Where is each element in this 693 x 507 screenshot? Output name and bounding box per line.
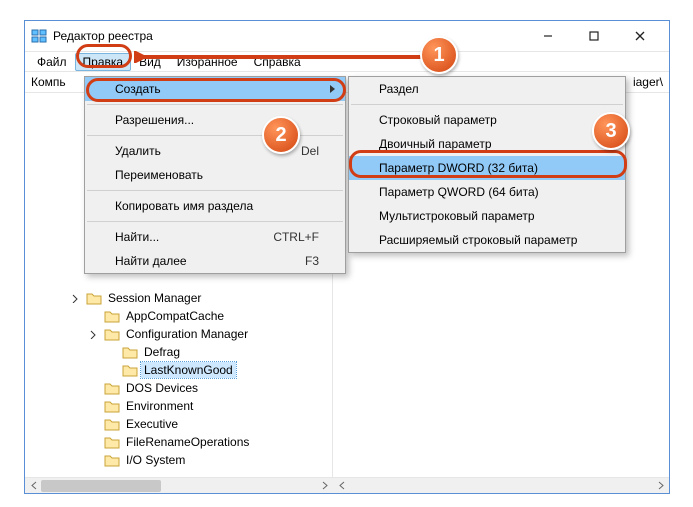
titlebar: Редактор реестра	[25, 21, 669, 51]
menu-label: Удалить	[115, 144, 161, 158]
menu-separator	[87, 190, 343, 191]
tree-node-environment[interactable]: Environment	[35, 397, 332, 415]
submenu-qword[interactable]: Параметр QWORD (64 бита)	[349, 180, 625, 204]
menu-favorites[interactable]: Избранное	[169, 53, 246, 71]
folder-icon	[104, 309, 120, 323]
menu-permissions[interactable]: Разрешения...	[85, 108, 345, 132]
menu-label: Параметр DWORD (32 бита)	[379, 161, 538, 175]
menu-separator	[87, 221, 343, 222]
menu-separator	[87, 135, 343, 136]
folder-icon	[104, 327, 120, 341]
tree-node-executive[interactable]: Executive	[35, 415, 332, 433]
submenu-string[interactable]: Строковый параметр	[349, 108, 625, 132]
menu-label: Параметр QWORD (64 бита)	[379, 185, 539, 199]
menu-shortcut: F3	[305, 254, 319, 268]
expand-icon[interactable]	[69, 291, 83, 305]
scroll-right-icon[interactable]	[317, 478, 333, 493]
regedit-icon	[31, 28, 47, 44]
menu-separator	[87, 104, 343, 105]
menu-help[interactable]: Справка	[246, 53, 309, 71]
submenu-key[interactable]: Раздел	[349, 77, 625, 101]
folder-icon	[104, 435, 120, 449]
menu-find[interactable]: Найти... CTRL+F	[85, 225, 345, 249]
menu-label: Разрешения...	[115, 113, 194, 127]
scroll-left-icon[interactable]	[25, 478, 41, 493]
submenu-multistr[interactable]: Мультистроковый параметр	[349, 204, 625, 228]
scrollbar-left[interactable]	[25, 477, 333, 493]
minimize-button[interactable]	[525, 21, 571, 51]
scrollbar-right[interactable]	[333, 477, 669, 493]
scroll-right-icon[interactable]	[653, 478, 669, 493]
tree-node-appcompat[interactable]: AppCompatCache	[35, 307, 332, 325]
folder-icon	[86, 291, 102, 305]
menu-rename[interactable]: Переименовать	[85, 163, 345, 187]
menu-label: Копировать имя раздела	[115, 199, 253, 213]
menu-label: Двоичный параметр	[379, 137, 492, 151]
tree-node-lastknowngood[interactable]: LastKnownGood	[35, 361, 332, 379]
annotation-badge-2: 2	[262, 116, 300, 154]
menu-file[interactable]: Файл	[29, 53, 75, 71]
folder-icon	[104, 417, 120, 431]
annotation-badge-1: 1	[420, 36, 458, 74]
address-right: iager\	[633, 75, 663, 89]
menu-label: Найти далее	[115, 254, 187, 268]
menu-label: Строковый параметр	[379, 113, 497, 127]
tree-label: Executive	[123, 416, 181, 432]
tree-label: I/O System	[123, 452, 188, 468]
tree-label: Session Manager	[105, 290, 204, 306]
menu-view[interactable]: Вид	[131, 53, 169, 71]
menu-label: Мультистроковый параметр	[379, 209, 535, 223]
menu-copyname[interactable]: Копировать имя раздела	[85, 194, 345, 218]
expand-icon[interactable]	[87, 327, 101, 341]
scroll-thumb[interactable]	[41, 480, 161, 492]
tree-label: Defrag	[141, 344, 183, 360]
folder-icon	[104, 453, 120, 467]
tree-node-config-manager[interactable]: Configuration Manager	[35, 325, 332, 343]
menu-label: Расширяемый строковый параметр	[379, 233, 577, 247]
menu-shortcut: Del	[301, 144, 319, 158]
folder-icon	[104, 381, 120, 395]
menu-edit[interactable]: Правка	[75, 53, 132, 71]
submenu-binary[interactable]: Двоичный параметр	[349, 132, 625, 156]
folder-icon	[122, 363, 138, 377]
menu-shortcut: CTRL+F	[273, 230, 319, 244]
menu-label: Создать	[115, 82, 161, 96]
menu-delete[interactable]: Удалить Del	[85, 139, 345, 163]
menu-separator	[351, 104, 623, 105]
menu-label: Найти...	[115, 230, 159, 244]
annotation-badge-3: 3	[592, 112, 630, 150]
tree-node-filerename[interactable]: FileRenameOperations	[35, 433, 332, 451]
menu-label: Переименовать	[115, 168, 203, 182]
folder-icon	[122, 345, 138, 359]
close-button[interactable]	[617, 21, 663, 51]
menubar: Файл Правка Вид Избранное Справка	[25, 51, 669, 71]
tree-label: FileRenameOperations	[123, 434, 252, 450]
tree-label-selected: LastKnownGood	[141, 362, 236, 378]
tree-node-session-manager[interactable]: Session Manager	[35, 289, 332, 307]
tree-node-io-system[interactable]: I/O System	[35, 451, 332, 469]
maximize-button[interactable]	[571, 21, 617, 51]
tree-label: AppCompatCache	[123, 308, 227, 324]
menu-findnext[interactable]: Найти далее F3	[85, 249, 345, 273]
submenu-expandstr[interactable]: Расширяемый строковый параметр	[349, 228, 625, 252]
tree-node-dos-devices[interactable]: DOS Devices	[35, 379, 332, 397]
tree-label: Configuration Manager	[123, 326, 251, 342]
address-left: Компь	[31, 75, 66, 89]
menu-create[interactable]: Создать	[85, 77, 345, 101]
tree-label: DOS Devices	[123, 380, 201, 396]
window-title: Редактор реестра	[53, 29, 525, 43]
folder-icon	[104, 399, 120, 413]
create-submenu: Раздел Строковый параметр Двоичный парам…	[348, 76, 626, 253]
submenu-dword[interactable]: Параметр DWORD (32 бита)	[349, 156, 625, 180]
scroll-left-icon[interactable]	[333, 478, 349, 493]
tree-node-defrag[interactable]: Defrag	[35, 343, 332, 361]
tree-label: Environment	[123, 398, 196, 414]
edit-menu-dropdown: Создать Разрешения... Удалить Del Переиме…	[84, 76, 346, 274]
menu-label: Раздел	[379, 82, 419, 96]
